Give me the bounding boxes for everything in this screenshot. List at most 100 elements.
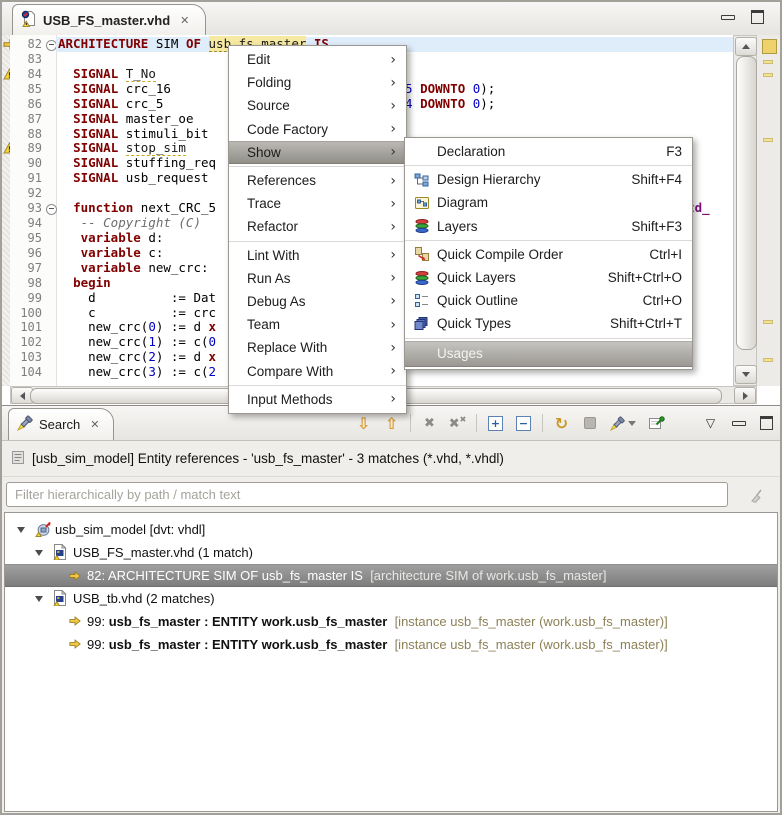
minimize-view-icon[interactable]	[727, 412, 750, 434]
menu-item-show[interactable]: Show ›	[229, 140, 406, 164]
code-token: 4	[405, 95, 421, 111]
line-number: 84	[27, 66, 42, 81]
menu-separator	[405, 337, 692, 339]
code-token: 0	[208, 334, 217, 350]
remove-all-matches-icon[interactable]: ✖✖	[446, 412, 469, 434]
maximize-editor-icon[interactable]	[751, 10, 764, 24]
code-token: ARCHITECTURE	[58, 36, 156, 51]
show-previous-match-icon[interactable]: ⇧	[380, 412, 403, 434]
menu-separator	[405, 165, 692, 167]
menu-item-references[interactable]: References ›	[229, 169, 406, 192]
search-flashlight-icon	[16, 415, 33, 434]
scroll-up-icon[interactable]	[735, 37, 757, 56]
search-tab-close-icon[interactable]: ✕	[90, 418, 99, 431]
line-number: 96	[27, 245, 42, 260]
overview-warning-marker[interactable]	[763, 320, 773, 324]
menu-item-label: Quick Types	[437, 316, 512, 332]
code-token: new_crc(	[58, 349, 149, 365]
vertical-scrollbar[interactable]	[733, 35, 757, 386]
menu-separator	[229, 165, 406, 167]
submenu-item-declaration[interactable]: Declaration F3	[405, 140, 692, 163]
submenu-item-design-hierarchy[interactable]: Design Hierarchy Shift+F4	[405, 168, 692, 191]
project-icon	[35, 521, 52, 537]
search-tree-row[interactable]: usb_sim_model [dvt: vhdl]	[5, 518, 777, 541]
expander-icon[interactable]	[17, 526, 25, 533]
overview-warning-marker[interactable]	[763, 358, 773, 362]
show-next-match-icon[interactable]: ⇩	[352, 412, 375, 434]
overview-warning-marker[interactable]	[763, 73, 773, 77]
line-number-gutter: 82 83 84 85 86 87 88 89 90 91 92 93 94 95 96 97 98 99 100 1…	[10, 35, 46, 386]
code-token: d := Dat	[58, 289, 217, 305]
code-token: stuffing_req	[125, 155, 217, 171]
line-number: 101	[20, 320, 42, 335]
submenu-item-layers[interactable]: Layers Shift+F3	[405, 215, 692, 238]
menu-item-debug-as[interactable]: Debug As ›	[229, 290, 406, 313]
line-number: 103	[20, 350, 42, 365]
line-number: 98	[27, 275, 42, 290]
maximize-view-icon[interactable]	[755, 412, 778, 434]
search-description-icon	[12, 450, 24, 467]
search-match-row[interactable]: 99: usb_fs_master : ENTITY work.usb_fs_m…	[5, 633, 777, 656]
blank-icon	[413, 346, 431, 362]
expander-icon[interactable]	[35, 549, 43, 556]
menu-item-compare-with[interactable]: Compare With ›	[229, 359, 406, 382]
search-toolbar: ⇩ ⇧ ✖ ✖✖ + − ↻ ▽	[352, 411, 778, 435]
view-menu-icon[interactable]: ▽	[699, 412, 722, 434]
code-token: );	[480, 80, 496, 96]
submenu-item-usages[interactable]: Usages	[405, 340, 692, 367]
submenu-chevron-icon: ›	[390, 121, 396, 138]
code-token: 0	[148, 319, 156, 335]
pin-view-icon[interactable]	[645, 412, 668, 434]
code-token: OF	[185, 36, 209, 51]
menu-shortcut: Shift+Ctrl+T	[609, 316, 682, 332]
vertical-scroll-thumb[interactable]	[736, 56, 757, 350]
clear-filter-icon[interactable]	[744, 484, 770, 508]
menu-item-refactor[interactable]: Refactor ›	[229, 215, 406, 238]
overview-warning-marker[interactable]	[763, 138, 773, 142]
overview-status-square[interactable]	[762, 39, 777, 54]
menu-item-edit[interactable]: Edit ›	[229, 48, 406, 71]
submenu-item-quick-compile-order[interactable]: Quick Compile Order Ctrl+I	[405, 243, 692, 266]
collapse-all-icon[interactable]: −	[512, 412, 535, 434]
search-match-row[interactable]: 99: usb_fs_master : ENTITY work.usb_fs_m…	[5, 610, 777, 633]
submenu-item-quick-outline[interactable]: Quick Outline Ctrl+O	[405, 289, 692, 312]
search-tab[interactable]: Search ✕	[8, 408, 115, 440]
menu-item-replace-with[interactable]: Replace With ›	[229, 336, 406, 359]
menu-item-trace[interactable]: Trace ›	[229, 192, 406, 215]
menu-item-run-as[interactable]: Run As ›	[229, 267, 406, 290]
submenu-item-diagram[interactable]: Diagram	[405, 191, 692, 214]
menu-item-input-methods[interactable]: Input Methods ›	[229, 388, 406, 411]
menu-item-team[interactable]: Team ›	[229, 313, 406, 336]
editor-tab-close-icon[interactable]: ✕	[180, 14, 189, 27]
menu-item-code-factory[interactable]: Code Factory ›	[229, 118, 406, 141]
menu-item-lint-with[interactable]: Lint With ›	[229, 244, 406, 267]
menu-item-folding[interactable]: Folding ›	[229, 71, 406, 94]
search-match-row[interactable]: 82: ARCHITECTURE SIM OF usb_fs_master IS…	[5, 564, 777, 587]
expander-icon[interactable]	[35, 595, 43, 602]
remove-selected-matches-icon[interactable]: ✖	[418, 412, 441, 434]
code-token: SIGNAL	[73, 110, 126, 126]
search-tree-row[interactable]: USB_tb.vhd (2 matches)	[5, 587, 777, 610]
run-search-again-icon[interactable]: ↻	[550, 412, 573, 434]
scroll-right-icon[interactable]	[734, 387, 756, 404]
editor-stack-buttons	[721, 10, 764, 24]
compile-order-icon	[413, 246, 431, 262]
submenu-item-quick-types[interactable]: Quick Types Shift+Ctrl+T	[405, 312, 692, 335]
code-token: DOWNTO	[420, 80, 473, 96]
overview-warning-marker[interactable]	[763, 60, 773, 64]
previous-searches-icon[interactable]	[606, 412, 640, 434]
submenu-item-quick-layers[interactable]: Quick Layers Shift+Ctrl+O	[405, 266, 692, 289]
search-description-text: [usb_sim_model] Entity references - 'usb…	[32, 451, 504, 466]
cancel-search-icon[interactable]	[578, 412, 601, 434]
scroll-down-icon[interactable]	[735, 365, 757, 384]
line-number: 87	[27, 111, 42, 126]
code-token: ) := d	[155, 349, 209, 365]
code-token: stop_sim	[125, 140, 186, 157]
filter-input[interactable]	[6, 482, 728, 507]
menu-item-source[interactable]: Source ›	[229, 94, 406, 117]
expand-all-icon[interactable]: +	[484, 412, 507, 434]
minimize-editor-icon[interactable]	[721, 14, 735, 20]
editor-tab[interactable]: USB_FS_master.vhd ✕	[12, 4, 207, 35]
search-tree-row[interactable]: USB_FS_master.vhd (1 match)	[5, 541, 777, 564]
